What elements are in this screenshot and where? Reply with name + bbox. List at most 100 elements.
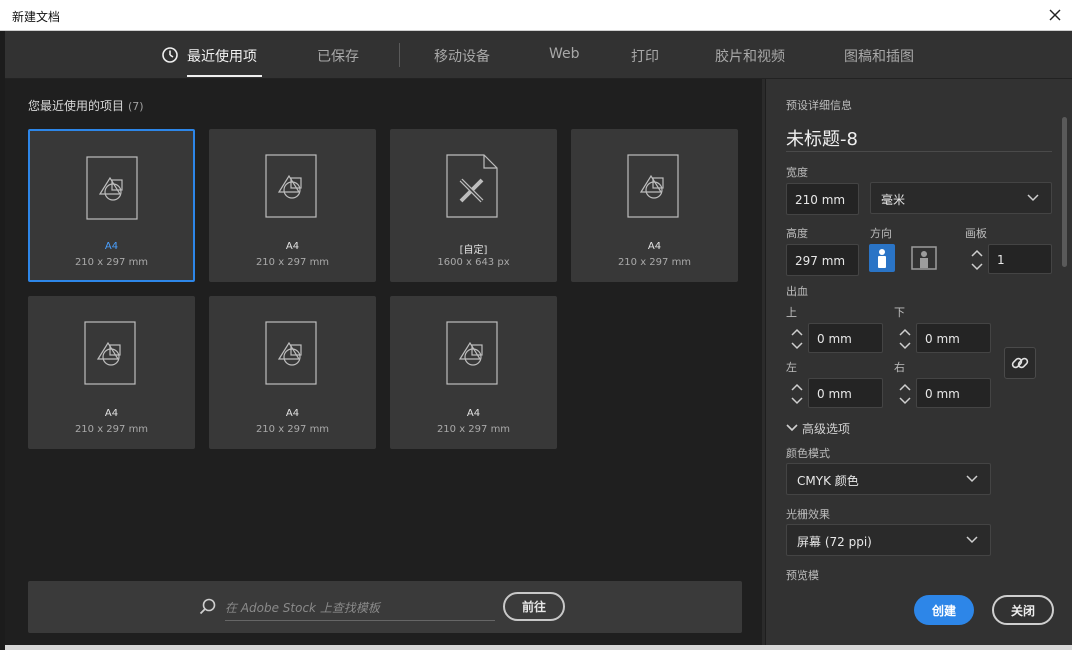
tab-recent[interactable]: 最近使用项 (187, 46, 257, 66)
chevron-down-icon (966, 536, 978, 544)
document-name-underline (786, 151, 1052, 152)
active-tab-indicator (187, 75, 262, 77)
portrait-icon (878, 249, 886, 268)
stock-search-bar: 前往 (28, 581, 742, 633)
landscape-icon (911, 246, 937, 270)
unit-select[interactable]: 毫米 (870, 182, 1052, 214)
create-button[interactable]: 创建 (914, 595, 974, 625)
preset-name: [自定] (459, 245, 488, 256)
color-mode-select[interactable]: CMYK 颜色 (786, 463, 991, 495)
bleed-right-field[interactable]: 0 mm (916, 378, 991, 408)
width-field[interactable]: 210 mm (786, 183, 859, 215)
bleed-top-field[interactable]: 0 mm (808, 323, 883, 353)
link-bleed-button[interactable] (1004, 347, 1036, 379)
recent-count: (7) (128, 100, 144, 113)
close-button[interactable]: 关闭 (992, 595, 1054, 625)
tab-saved[interactable]: 已保存 (317, 46, 359, 66)
landscape-button[interactable] (911, 244, 937, 272)
document-pencil-ruler-icon (446, 154, 498, 218)
advanced-options-label: 高级选项 (802, 422, 851, 436)
preset-size: 210 x 297 mm (74, 257, 149, 268)
bleed-bottom-label: 下 (894, 306, 905, 319)
stock-search-input[interactable] (225, 595, 495, 621)
preset-details-label: 预设详细信息 (786, 99, 852, 112)
preset-card[interactable]: A4 210 x 297 mm (209, 296, 376, 449)
tab-mobile[interactable]: 移动设备 (434, 46, 490, 66)
raster-effects-select[interactable]: 屏幕 (72 ppi) (786, 524, 991, 556)
preset-size: 210 x 297 mm (617, 257, 692, 268)
bleed-label: 出血 (786, 285, 808, 298)
bleed-right-stepper[interactable] (894, 378, 916, 410)
orientation-label: 方向 (870, 227, 892, 240)
recent-items-panel: 您最近使用的项目 (7) A4 210 x 297 mm A4 210 x 297… (5, 79, 762, 645)
document-shapes-icon (86, 156, 138, 220)
go-button[interactable]: 前往 (503, 592, 565, 621)
bleed-left-field[interactable]: 0 mm (808, 378, 883, 408)
bleed-bottom-field[interactable]: 0 mm (916, 323, 991, 353)
recent-heading: 您最近使用的项目 (7) (28, 97, 144, 114)
preset-size: 210 x 297 mm (74, 424, 149, 435)
bleed-left-label: 左 (786, 361, 797, 374)
bleed-left-stepper[interactable] (786, 378, 808, 410)
preset-card[interactable]: A4 210 x 297 mm (28, 129, 195, 282)
document-shapes-icon (84, 321, 136, 385)
tab-art-illustration[interactable]: 图稿和插图 (844, 46, 914, 66)
advanced-options-toggle[interactable]: 高级选项 (786, 420, 850, 437)
artboard-count-field[interactable]: 1 (988, 244, 1052, 274)
preset-card[interactable]: [自定] 1600 x 643 px (390, 129, 557, 282)
preset-size: 210 x 297 mm (255, 257, 330, 268)
height-label: 高度 (786, 227, 808, 240)
preset-name: A4 (104, 241, 119, 252)
document-shapes-icon (265, 154, 317, 218)
preset-size: 210 x 297 mm (255, 424, 330, 435)
preset-name: A4 (285, 408, 300, 419)
chevron-down-icon (966, 475, 978, 483)
close-icon[interactable] (1044, 4, 1066, 26)
bleed-right-label: 右 (894, 361, 905, 374)
preset-name: A4 (647, 241, 662, 252)
height-field[interactable]: 297 mm (786, 244, 859, 276)
preset-card[interactable]: A4 210 x 297 mm (571, 129, 738, 282)
artboard-label: 画板 (965, 227, 987, 240)
document-name-field[interactable]: 未标题-8 (786, 125, 858, 151)
chevron-down-icon (1027, 194, 1039, 202)
window-bottom-edge (5, 645, 1072, 650)
raster-effects-value: 屏幕 (72 ppi) (797, 535, 872, 549)
window-titlebar: 新建文档 (0, 0, 1072, 31)
width-label: 宽度 (786, 166, 808, 179)
window-title: 新建文档 (12, 10, 61, 24)
tab-web[interactable]: Web (549, 46, 580, 62)
document-shapes-icon (627, 154, 679, 218)
unit-select-value: 毫米 (881, 193, 906, 207)
tab-print[interactable]: 打印 (631, 46, 659, 66)
category-tabs: 最近使用项 已保存 移动设备 Web 打印 胶片和视频 图稿和插图 (5, 31, 1072, 79)
preset-name: A4 (104, 408, 119, 419)
recent-title: 您最近使用的项目 (28, 99, 125, 113)
tab-divider (399, 43, 400, 67)
color-mode-label: 颜色模式 (786, 447, 830, 460)
raster-effects-label: 光栅效果 (786, 508, 830, 521)
artboard-stepper[interactable] (966, 244, 988, 276)
bleed-top-stepper[interactable] (786, 323, 808, 355)
preset-name: A4 (285, 241, 300, 252)
preset-size: 210 x 297 mm (436, 424, 511, 435)
tab-film-video[interactable]: 胶片和视频 (715, 46, 785, 66)
preset-card[interactable]: A4 210 x 297 mm (390, 296, 557, 449)
preset-card[interactable]: A4 210 x 297 mm (28, 296, 195, 449)
clock-icon (162, 47, 178, 63)
preset-details-panel: 预设详细信息 未标题-8 宽度 210 mm 毫米 高度 297 mm 方向 画… (765, 79, 1072, 645)
preview-mode-label: 预览模 (786, 569, 819, 582)
bleed-top-label: 上 (786, 306, 797, 319)
bleed-bottom-stepper[interactable] (894, 323, 916, 355)
document-shapes-icon (446, 321, 498, 385)
link-icon (1011, 357, 1029, 369)
search-icon (199, 598, 216, 615)
preset-card[interactable]: A4 210 x 297 mm (209, 129, 376, 282)
color-mode-value: CMYK 颜色 (797, 474, 859, 488)
preset-name: A4 (466, 408, 481, 419)
detail-scrollbar[interactable] (1062, 117, 1067, 267)
chevron-down-icon (786, 424, 798, 432)
document-shapes-icon (265, 321, 317, 385)
portrait-button[interactable] (869, 244, 895, 272)
preset-size: 1600 x 643 px (437, 257, 510, 268)
